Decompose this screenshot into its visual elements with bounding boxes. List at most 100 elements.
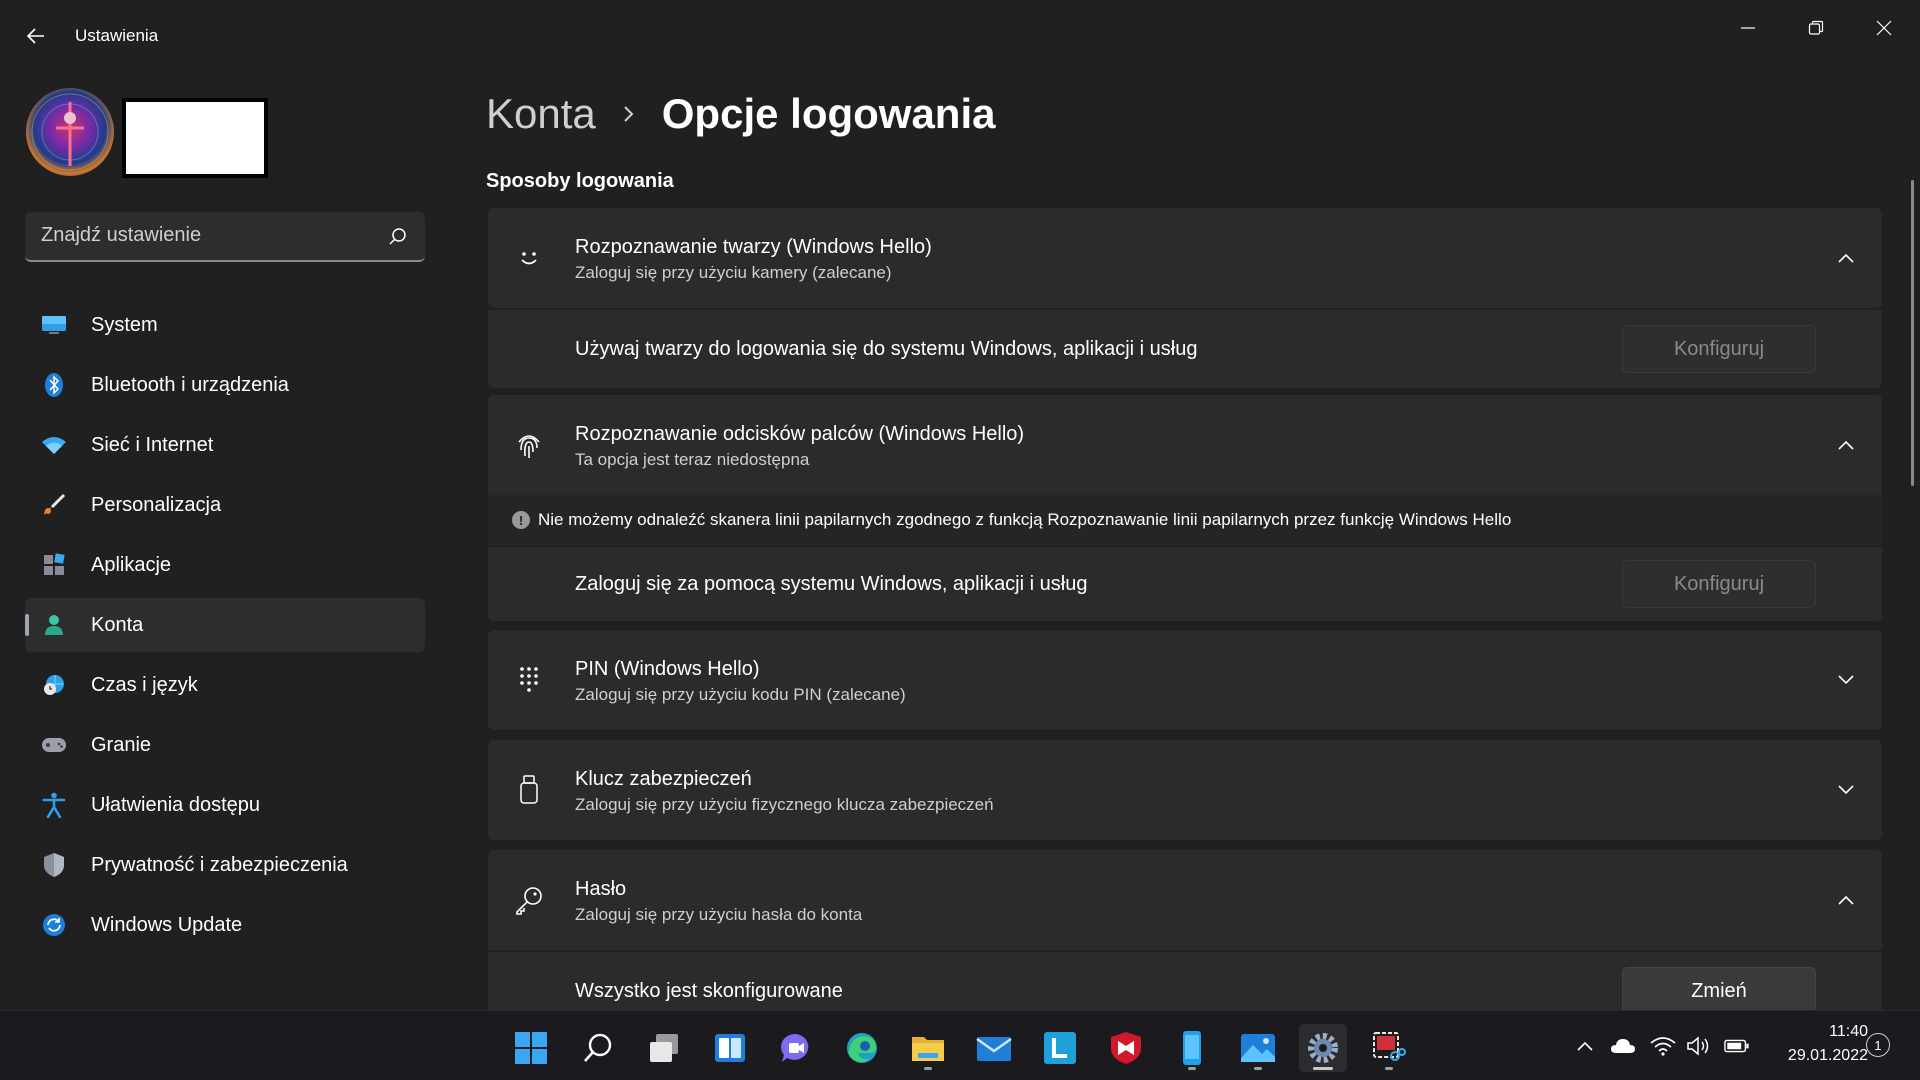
accessibility-icon xyxy=(41,792,67,818)
settings-icon xyxy=(1308,1033,1338,1063)
taskbar xyxy=(0,1010,1920,1080)
sidebar-item-bluetooth[interactable]: Bluetooth i urządzenia xyxy=(25,358,425,412)
restore-button[interactable] xyxy=(1782,8,1850,48)
l-app-icon xyxy=(1044,1032,1076,1064)
pin-card[interactable]: PIN (Windows Hello) Zaloguj się przy uży… xyxy=(488,630,1882,730)
sidebar-item-time-language[interactable]: Czas i język xyxy=(25,658,425,712)
chevron-up-icon[interactable] xyxy=(1834,246,1858,270)
card-subtitle: Zaloguj się przy użyciu kodu PIN (zaleca… xyxy=(575,685,906,704)
start-button[interactable] xyxy=(507,1024,555,1072)
sidebar-item-windows-update[interactable]: Windows Update xyxy=(25,898,425,952)
teams-chat-button[interactable] xyxy=(772,1024,820,1072)
onedrive-cloud-icon[interactable] xyxy=(1610,1035,1636,1057)
sidebar-item-label: Bluetooth i urządzenia xyxy=(91,373,289,396)
back-button[interactable] xyxy=(18,18,54,54)
sidebar-item-system[interactable]: System xyxy=(25,298,425,352)
taskbar-search-button[interactable] xyxy=(574,1024,622,1072)
fingerprint-card[interactable]: Rozpoznawanie odcisków palców (Windows H… xyxy=(488,395,1882,495)
minimize-button[interactable] xyxy=(1714,8,1782,48)
chevron-up-icon[interactable] xyxy=(1834,433,1858,457)
card-subtitle: Ta opcja jest teraz niedostępna xyxy=(575,450,810,469)
chevron-down-icon[interactable] xyxy=(1834,668,1858,692)
apps-icon xyxy=(41,552,67,578)
face-recognition-card[interactable]: Rozpoznawanie twarzy (Windows Hello) Zal… xyxy=(488,208,1882,308)
breadcrumb-parent[interactable]: Konta xyxy=(486,90,596,138)
globe-clock-icon xyxy=(41,672,67,698)
snipping-tool-button[interactable] xyxy=(1365,1024,1413,1072)
avatar[interactable] xyxy=(26,88,114,176)
close-icon xyxy=(1876,20,1892,36)
sidebar-item-accounts[interactable]: Konta xyxy=(25,598,425,652)
sidebar-item-label: Windows Update xyxy=(91,913,243,936)
l-app-button[interactable] xyxy=(1036,1024,1084,1072)
card-subtitle: Zaloguj się przy użyciu hasła do konta xyxy=(575,905,863,924)
taskbar-clock[interactable]: 11:40 29.01.2022 xyxy=(1768,1020,1868,1068)
photos-button[interactable] xyxy=(1234,1024,1282,1072)
configure-face-button[interactable]: Konfiguruj xyxy=(1622,325,1816,373)
task-view-icon xyxy=(650,1034,678,1062)
search-box[interactable] xyxy=(25,212,425,262)
change-password-button[interactable]: Zmień xyxy=(1622,967,1816,1015)
sidebar-item-label: Sieć i Internet xyxy=(91,433,214,456)
teams-chat-icon xyxy=(781,1033,809,1062)
sidebar-item-network[interactable]: Sieć i Internet xyxy=(25,418,425,472)
volume-icon[interactable] xyxy=(1686,1035,1712,1057)
usb-key-icon xyxy=(514,775,544,805)
card-subtitle: Zaloguj się przy użyciu fizycznego klucz… xyxy=(575,795,994,814)
task-view-button[interactable] xyxy=(640,1024,688,1072)
security-key-card[interactable]: Klucz zabezpieczeń Zaloguj się przy użyc… xyxy=(488,740,1882,840)
close-button[interactable] xyxy=(1850,8,1918,48)
card-title: Klucz zabezpieczeń xyxy=(575,768,752,790)
sidebar-item-accessibility[interactable]: Ułatwienia dostępu xyxy=(25,778,425,832)
card-title: PIN (Windows Hello) xyxy=(575,658,760,680)
show-hidden-icons-chevron-up-icon[interactable] xyxy=(1572,1035,1598,1057)
sidebar-item-apps[interactable]: Aplikacje xyxy=(25,538,425,592)
shield-icon xyxy=(41,852,67,878)
file-explorer-button[interactable] xyxy=(904,1024,952,1072)
wifi-icon[interactable] xyxy=(1650,1035,1676,1057)
chevron-down-icon[interactable] xyxy=(1834,778,1858,802)
search-icon xyxy=(584,1033,612,1062)
chevron-up-icon[interactable] xyxy=(1834,888,1858,912)
edge-button[interactable] xyxy=(838,1024,886,1072)
phone-app-button[interactable] xyxy=(1168,1024,1216,1072)
sidebar-item-privacy[interactable]: Prywatność i zabezpieczenia xyxy=(25,838,425,892)
sidebar-item-personalization[interactable]: Personalizacja xyxy=(25,478,425,532)
battery-icon[interactable] xyxy=(1724,1035,1750,1057)
wifi-icon xyxy=(41,432,67,458)
mail-button[interactable] xyxy=(970,1024,1018,1072)
running-indicator xyxy=(1254,1067,1262,1070)
avatar-image-icon xyxy=(31,93,109,171)
bluetooth-icon xyxy=(41,372,67,398)
sidebar-item-label: Aplikacje xyxy=(91,553,172,576)
snipping-tool-icon xyxy=(1373,1032,1406,1061)
widgets-button[interactable] xyxy=(706,1024,754,1072)
search-input[interactable] xyxy=(41,224,381,247)
clock-time: 11:40 xyxy=(1829,1023,1868,1040)
sidebar-item-label: Granie xyxy=(91,733,152,756)
back-arrow-icon xyxy=(26,28,44,44)
scrollbar[interactable] xyxy=(1911,180,1914,486)
section-title: Sposoby logowania xyxy=(486,170,674,192)
running-indicator xyxy=(1385,1067,1393,1070)
password-setup-row: Wszystko jest skonfigurowane Zmień xyxy=(488,952,1882,1015)
redacted-username xyxy=(122,98,268,178)
mail-icon xyxy=(976,1037,1012,1061)
card-title: Hasło xyxy=(575,878,627,900)
chevron-right-icon xyxy=(622,104,636,124)
restore-icon xyxy=(1808,20,1824,35)
search-icon[interactable] xyxy=(387,226,409,248)
sidebar-item-label: Czas i język xyxy=(91,673,198,696)
password-card[interactable]: Hasło Zaloguj się przy użyciu hasła do k… xyxy=(488,850,1882,950)
configure-fingerprint-button[interactable]: Konfiguruj xyxy=(1622,560,1816,608)
notification-count-badge[interactable]: 1 xyxy=(1866,1033,1890,1057)
fingerprint-setup-row: Zaloguj się za pomocą systemu Windows, a… xyxy=(488,547,1882,621)
card-title: Rozpoznawanie twarzy (Windows Hello) xyxy=(575,236,932,258)
settings-button[interactable] xyxy=(1299,1024,1347,1072)
monitor-icon xyxy=(41,312,67,338)
sidebar-item-gaming[interactable]: Granie xyxy=(25,718,425,772)
title-bar: Ustawienia xyxy=(0,0,1920,72)
page-title: Opcje logowania xyxy=(661,90,996,137)
smiley-face-icon xyxy=(514,243,544,273)
mcafee-button[interactable] xyxy=(1102,1024,1150,1072)
